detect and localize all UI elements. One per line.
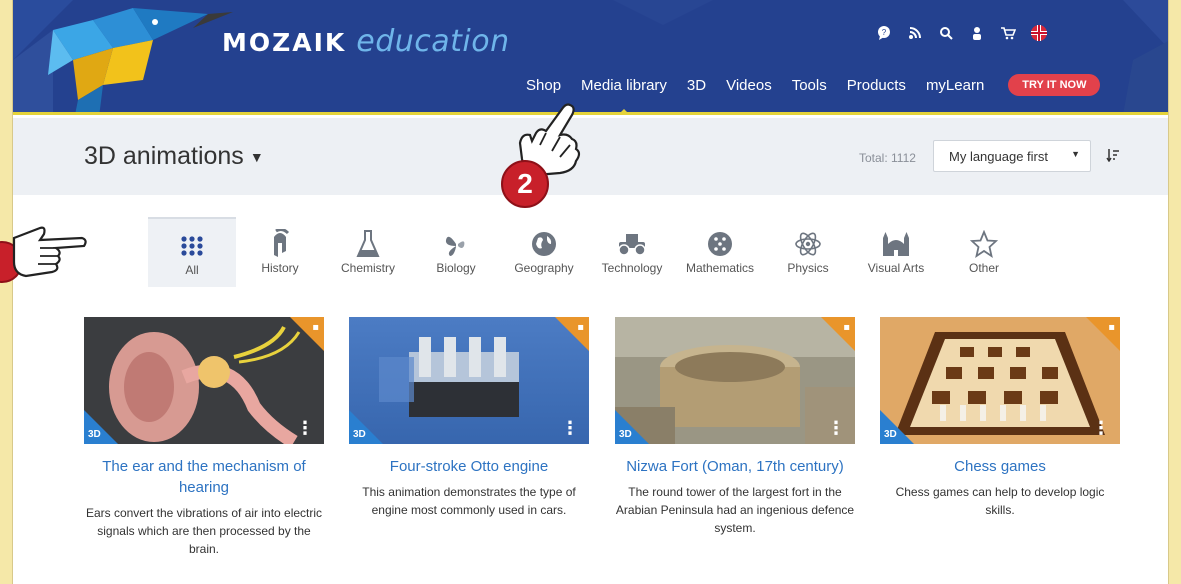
nav-videos[interactable]: Videos — [716, 77, 782, 94]
category-chemistry[interactable]: Chemistry — [324, 217, 412, 287]
browser-page: MOZAIK education ? Shop Media library 3D… — [12, 0, 1169, 584]
flask-icon — [356, 227, 380, 261]
grid-icon — [180, 229, 204, 263]
card-thumbnail[interactable]: ▪ 3D ⋮ — [349, 317, 589, 444]
star-icon — [970, 227, 998, 261]
category-visual-arts[interactable]: Visual Arts — [852, 217, 940, 287]
animation-card: ▪ 3D ⋮ The ear and the mechanism of hear… — [84, 317, 324, 558]
language-sort-value: My language first — [949, 148, 1048, 164]
category-other[interactable]: Other — [940, 217, 1028, 287]
nav-products[interactable]: Products — [837, 77, 916, 94]
step-number-badge: 2 — [501, 160, 549, 208]
category-label: All — [185, 263, 199, 277]
cart-icon[interactable] — [992, 22, 1023, 44]
card-title[interactable]: Chess games — [880, 456, 1120, 477]
butterfly-icon — [442, 227, 470, 261]
site-header: MOZAIK education ? Shop Media library 3D… — [13, 0, 1168, 115]
user-icon[interactable] — [961, 22, 992, 44]
chat-icon[interactable]: ? — [868, 22, 899, 44]
brand-education: education — [356, 24, 510, 59]
category-all[interactable]: All — [148, 217, 236, 287]
category-history[interactable]: History — [236, 217, 324, 287]
category-label: Geography — [514, 261, 574, 275]
dropdown-arrow-icon: ▼ — [1071, 149, 1080, 159]
card-thumbnail[interactable]: ▪ 3D ⋮ — [615, 317, 855, 444]
svg-text:?: ? — [881, 28, 886, 37]
category-biology[interactable]: Biology — [412, 217, 500, 287]
category-mathematics[interactable]: Mathematics — [676, 217, 764, 287]
card-title[interactable]: The ear and the mechanism of hearing — [84, 456, 324, 498]
building-icon — [881, 227, 911, 261]
fort-thumbnail-image — [615, 317, 855, 444]
top-icon-bar: ? — [868, 22, 1054, 44]
brand-wordmark: MOZAIK — [222, 28, 347, 57]
more-options-icon[interactable]: ⋮ — [1092, 420, 1110, 438]
kingfisher-logo — [48, 8, 233, 112]
card-title[interactable]: Nizwa Fort (Oman, 17th century) — [615, 456, 855, 477]
helmet-icon — [268, 227, 292, 261]
badge-3d: 3D — [884, 429, 897, 440]
nav-3d[interactable]: 3D — [677, 77, 716, 94]
animation-card: ▪ 3D ⋮ Four-stroke Otto engine This anim… — [349, 317, 589, 519]
gift-icon: ▪ — [843, 322, 850, 333]
card-thumbnail[interactable]: ▪ 3D ⋮ — [84, 317, 324, 444]
try-it-now-button[interactable]: TRY IT NOW — [1008, 74, 1101, 96]
category-label: Chemistry — [340, 261, 395, 275]
animation-card: ▪ 3D ⋮ Nizwa Fort (Oman, 17th century) T… — [615, 317, 855, 537]
category-label: Biology — [436, 261, 476, 275]
page-subheader: 3D animations ▼ Total: 1112 My language f… — [13, 118, 1168, 195]
globe-icon — [530, 227, 558, 261]
engine-thumbnail-image — [349, 317, 589, 444]
caret-down-icon: ▼ — [249, 149, 264, 166]
chess-thumbnail-image — [880, 317, 1120, 444]
page-title-text: 3D animations — [84, 142, 244, 170]
animation-card: ▪ 3D ⋮ Chess games Chess games can help … — [880, 317, 1120, 519]
nav-tools[interactable]: Tools — [782, 77, 837, 94]
dice-icon — [706, 227, 734, 261]
ear-thumbnail-image — [84, 317, 324, 444]
card-description: The round tower of the largest fort in t… — [615, 485, 855, 535]
nav-media-library[interactable]: Media library — [571, 77, 677, 112]
badge-3d: 3D — [88, 429, 101, 440]
brand-logo[interactable]: MOZAIK education — [222, 24, 510, 64]
total-count: Total: 1112 — [859, 151, 916, 165]
category-technology[interactable]: Technology — [588, 217, 676, 287]
badge-3d: 3D — [353, 429, 366, 440]
gift-icon: ▪ — [1108, 322, 1115, 333]
card-description: This animation demonstrates the type of … — [362, 485, 576, 517]
more-options-icon[interactable]: ⋮ — [561, 420, 579, 438]
nav-shop[interactable]: Shop — [516, 77, 571, 94]
category-label: Visual Arts — [867, 261, 925, 275]
page-title[interactable]: 3D animations ▼ — [84, 142, 264, 171]
category-label: Technology — [601, 261, 663, 275]
category-label: History — [261, 261, 299, 275]
card-description: Chess games can help to develop logic sk… — [895, 485, 1105, 517]
nav-mylearn[interactable]: myLearn — [916, 77, 994, 94]
rss-icon[interactable] — [899, 22, 930, 44]
category-label: Physics — [787, 261, 829, 275]
gift-icon: ▪ — [312, 322, 319, 333]
main-nav: Shop Media library 3D Videos Tools Produ… — [516, 74, 1101, 112]
sort-order-icon[interactable] — [1106, 148, 1120, 166]
search-icon[interactable] — [930, 22, 961, 44]
category-geography[interactable]: Geography — [500, 217, 588, 287]
car-icon — [616, 227, 648, 261]
category-filter: All History Chemistry Biology Geography — [148, 217, 1028, 287]
flag-uk-icon[interactable] — [1023, 22, 1054, 44]
pointing-hand-left-icon — [0, 226, 87, 283]
gift-icon: ▪ — [577, 322, 584, 333]
card-title[interactable]: Four-stroke Otto engine — [349, 456, 589, 477]
card-thumbnail[interactable]: ▪ 3D ⋮ — [880, 317, 1120, 444]
category-label: Other — [968, 261, 999, 275]
card-description: Ears convert the vibrations of air into … — [85, 506, 323, 556]
more-options-icon[interactable]: ⋮ — [296, 420, 314, 438]
badge-3d: 3D — [619, 429, 632, 440]
language-sort-select[interactable]: My language first ▼ — [933, 140, 1091, 172]
atom-icon — [794, 227, 822, 261]
category-label: Mathematics — [685, 261, 755, 275]
category-physics[interactable]: Physics — [764, 217, 852, 287]
more-options-icon[interactable]: ⋮ — [827, 420, 845, 438]
